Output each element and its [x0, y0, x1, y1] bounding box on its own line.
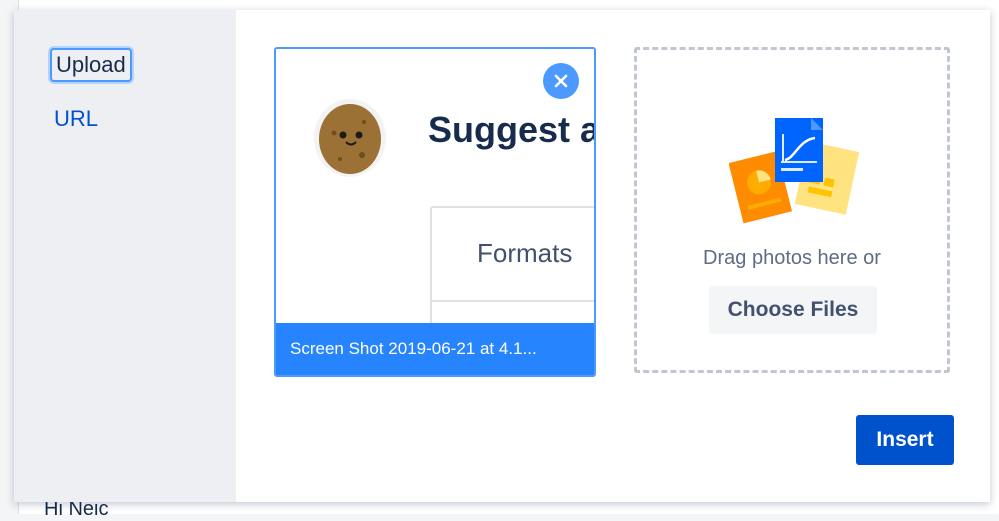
file-name-caption: Screen Shot 2019-06-21 at 4.1...: [276, 323, 594, 375]
preview-table: Formats: [430, 206, 594, 323]
preview-table-label: Formats: [477, 238, 573, 268]
preview-table-divider: [432, 300, 594, 302]
selected-file-card[interactable]: Suggest a Formats Screen Shot 2019-06-21…: [274, 47, 596, 377]
tab-upload[interactable]: Upload: [50, 48, 132, 82]
documents-icon: [729, 118, 860, 224]
tab-url[interactable]: URL: [54, 106, 98, 132]
file-dropzone[interactable]: Drag photos here or Choose Files: [634, 47, 950, 373]
dialog-sidebar: Upload URL: [14, 10, 236, 502]
close-icon: [554, 74, 568, 88]
insert-button[interactable]: Insert: [856, 415, 954, 465]
remove-file-button[interactable]: [543, 63, 579, 99]
potato-avatar-icon: [314, 99, 386, 177]
dropzone-text: Drag photos here or: [703, 247, 881, 269]
preview-title: Suggest a: [428, 109, 594, 150]
choose-files-button[interactable]: Choose Files: [709, 286, 877, 334]
insert-image-dialog: Upload URL Suggest a Formats Screen Shot…: [14, 10, 990, 502]
